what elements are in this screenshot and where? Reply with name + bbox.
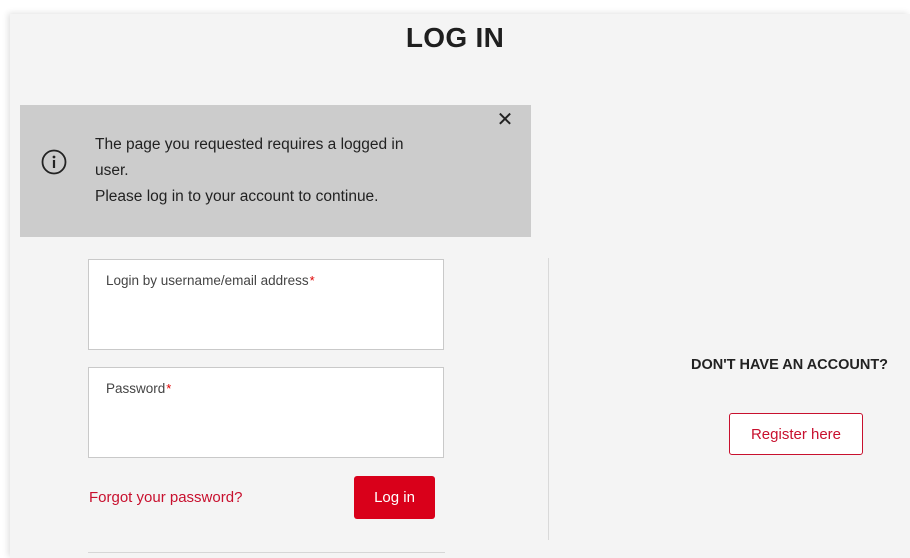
required-asterisk: * [309,273,315,288]
password-label: Password* [106,381,172,396]
alert-message: The page you requested requires a logged… [95,132,440,210]
login-button[interactable]: Log in [354,476,435,519]
no-account-heading: DON'T HAVE AN ACCOUNT? [691,357,889,373]
forgot-password-link[interactable]: Forgot your password? [89,489,242,506]
alert-line-1: The page you requested requires a logged… [95,136,404,179]
password-input[interactable] [105,408,427,434]
page-title: LOG IN [405,22,505,53]
close-icon[interactable]: ✕ [496,110,514,130]
username-field[interactable]: Login by username/email address* [88,259,444,350]
password-field[interactable]: Password* [88,367,444,458]
required-asterisk: * [166,381,172,396]
register-button[interactable]: Register here [729,413,863,455]
info-icon [41,149,67,175]
username-label: Login by username/email address* [106,273,315,288]
alert-line-2: Please log in to your account to continu… [95,188,379,205]
username-input[interactable] [105,300,427,326]
form-divider [88,552,445,553]
info-alert: The page you requested requires a logged… [20,105,531,237]
column-divider [548,258,549,540]
